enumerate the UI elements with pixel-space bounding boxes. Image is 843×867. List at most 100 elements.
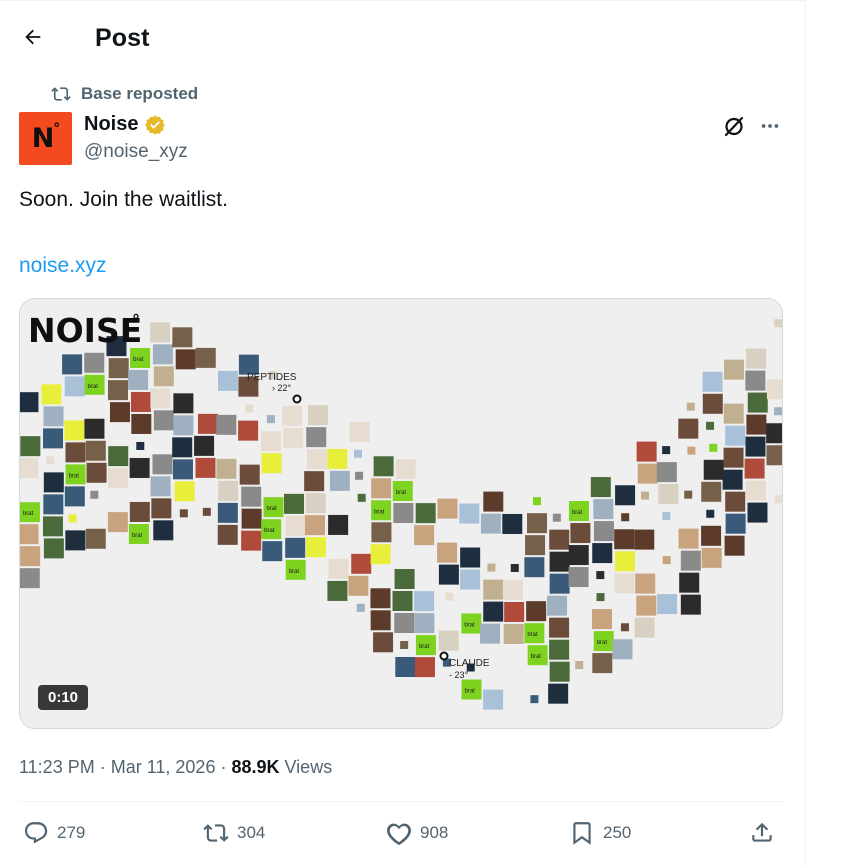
reply-button[interactable]: 279 xyxy=(23,820,85,846)
mosaic-tile xyxy=(349,421,370,442)
mosaic-tile xyxy=(43,428,64,449)
mosaic-tile xyxy=(20,392,39,413)
like-count: 908 xyxy=(420,823,449,842)
mosaic-tile-text: brat xyxy=(264,528,275,534)
grok-button[interactable] xyxy=(721,113,747,139)
mosaic-tile-text: brat xyxy=(88,384,99,390)
mosaic-tile xyxy=(662,512,671,521)
mosaic-tile xyxy=(153,410,174,431)
video-media[interactable]: brat brat brat brat brat brat brat brat brat brat… xyxy=(19,298,783,729)
mosaic-tile xyxy=(575,661,584,670)
mosaic-tile xyxy=(195,347,216,368)
mosaic-tile xyxy=(216,458,237,479)
mosaic-tile xyxy=(373,456,394,477)
mosaic-tile xyxy=(483,579,504,600)
media-brand: NOISE xyxy=(28,311,142,350)
mosaic-tile xyxy=(634,617,655,638)
mosaic-tile xyxy=(370,588,391,609)
mosaic-tile xyxy=(238,420,259,441)
mosaic-tile xyxy=(179,509,188,518)
mosaic-tile xyxy=(136,441,145,450)
mosaic-tile xyxy=(533,497,542,506)
mosaic-tile xyxy=(703,459,724,480)
mosaic-tile xyxy=(549,529,570,550)
mosaic-tile xyxy=(678,528,699,549)
mosaic-tile xyxy=(662,446,671,455)
author-handle[interactable]: @noise_xyz xyxy=(84,141,188,163)
mosaic-tile xyxy=(636,441,657,462)
mosaic-tile xyxy=(217,502,238,523)
mosaic-tile xyxy=(592,653,613,674)
mosaic-tile xyxy=(549,661,570,682)
mosaic-tile xyxy=(636,595,657,616)
mosaic-tile xyxy=(329,470,350,491)
mosaic-tile xyxy=(724,359,745,380)
repost-context[interactable]: Base reposted xyxy=(51,84,198,104)
mosaic-tile xyxy=(328,558,349,579)
mosaic-tile xyxy=(282,405,303,426)
mosaic-tile xyxy=(393,503,414,524)
mosaic-tile xyxy=(414,613,435,634)
mosaic-tile xyxy=(702,393,723,414)
share-button[interactable] xyxy=(749,820,775,846)
mosaic-tile xyxy=(596,593,605,602)
label-peptides-value: › 22° xyxy=(272,383,292,393)
mosaic-tile xyxy=(658,484,679,505)
mosaic-tile xyxy=(530,695,539,704)
bookmark-count: 250 xyxy=(603,823,632,842)
like-button[interactable]: 908 xyxy=(386,820,448,846)
back-button[interactable] xyxy=(16,20,50,54)
author-avatar[interactable]: N° xyxy=(19,112,72,165)
mosaic-tile xyxy=(285,537,306,558)
bookmark-button[interactable]: 250 xyxy=(569,820,631,846)
mosaic-tile xyxy=(549,639,570,660)
mosaic-tile-text: brat xyxy=(419,644,430,650)
mosaic-tile xyxy=(641,491,650,500)
mosaic-tile xyxy=(724,535,745,556)
mosaic-tile xyxy=(723,403,744,424)
mosaic-tile xyxy=(357,493,366,502)
mosaic-tile xyxy=(747,502,768,523)
repost-button[interactable]: 304 xyxy=(203,820,265,846)
mosaic-tile xyxy=(400,641,409,650)
author-name-row[interactable]: Noise xyxy=(84,113,166,136)
page-title: Post xyxy=(95,24,150,52)
grok-icon xyxy=(724,116,744,137)
mosaic-tile xyxy=(108,468,129,489)
mosaic-tile xyxy=(130,391,151,412)
mosaic-tile-text: brat xyxy=(527,632,538,638)
mosaic-tile xyxy=(480,623,501,644)
mosaic-tile xyxy=(43,472,64,493)
mosaic-tile xyxy=(131,413,152,434)
author-name[interactable]: Noise xyxy=(84,113,138,136)
media-brand-mark: ° xyxy=(132,311,140,330)
mosaic-tile xyxy=(524,557,545,578)
tweet-link[interactable]: noise.xyz xyxy=(19,254,107,278)
tweet-text: Soon. Join the waitlist. xyxy=(19,188,228,211)
mosaic-tile xyxy=(266,415,275,424)
mosaic-tile xyxy=(394,613,415,634)
mosaic-tile xyxy=(774,495,782,504)
mosaic-tile xyxy=(634,529,655,550)
mosaic-tile xyxy=(175,349,196,370)
mosaic-tile xyxy=(241,530,262,551)
mosaic-tile xyxy=(285,515,306,536)
more-options-button[interactable] xyxy=(757,113,783,139)
label-claude-value: - 23° xyxy=(449,670,469,680)
mosaic-tile xyxy=(46,456,55,465)
mosaic-tile xyxy=(746,348,767,369)
tweet-time[interactable]: 11:23 PM xyxy=(19,757,95,778)
mosaic-tile xyxy=(356,603,365,612)
mosaic-tile xyxy=(195,457,216,478)
mosaic-tile xyxy=(327,580,348,601)
meta-separator: · xyxy=(220,757,227,777)
mosaic-tile xyxy=(620,623,629,632)
mosaic-tile xyxy=(90,490,99,499)
heart-icon xyxy=(386,823,412,846)
mosaic-tile xyxy=(415,503,436,524)
mosaic-tile xyxy=(615,551,636,572)
mosaic-tile xyxy=(239,464,260,485)
mosaic-tile xyxy=(549,551,570,572)
mosaic-tile xyxy=(304,471,325,492)
tweet-date[interactable]: Mar 11, 2026 xyxy=(111,757,216,778)
